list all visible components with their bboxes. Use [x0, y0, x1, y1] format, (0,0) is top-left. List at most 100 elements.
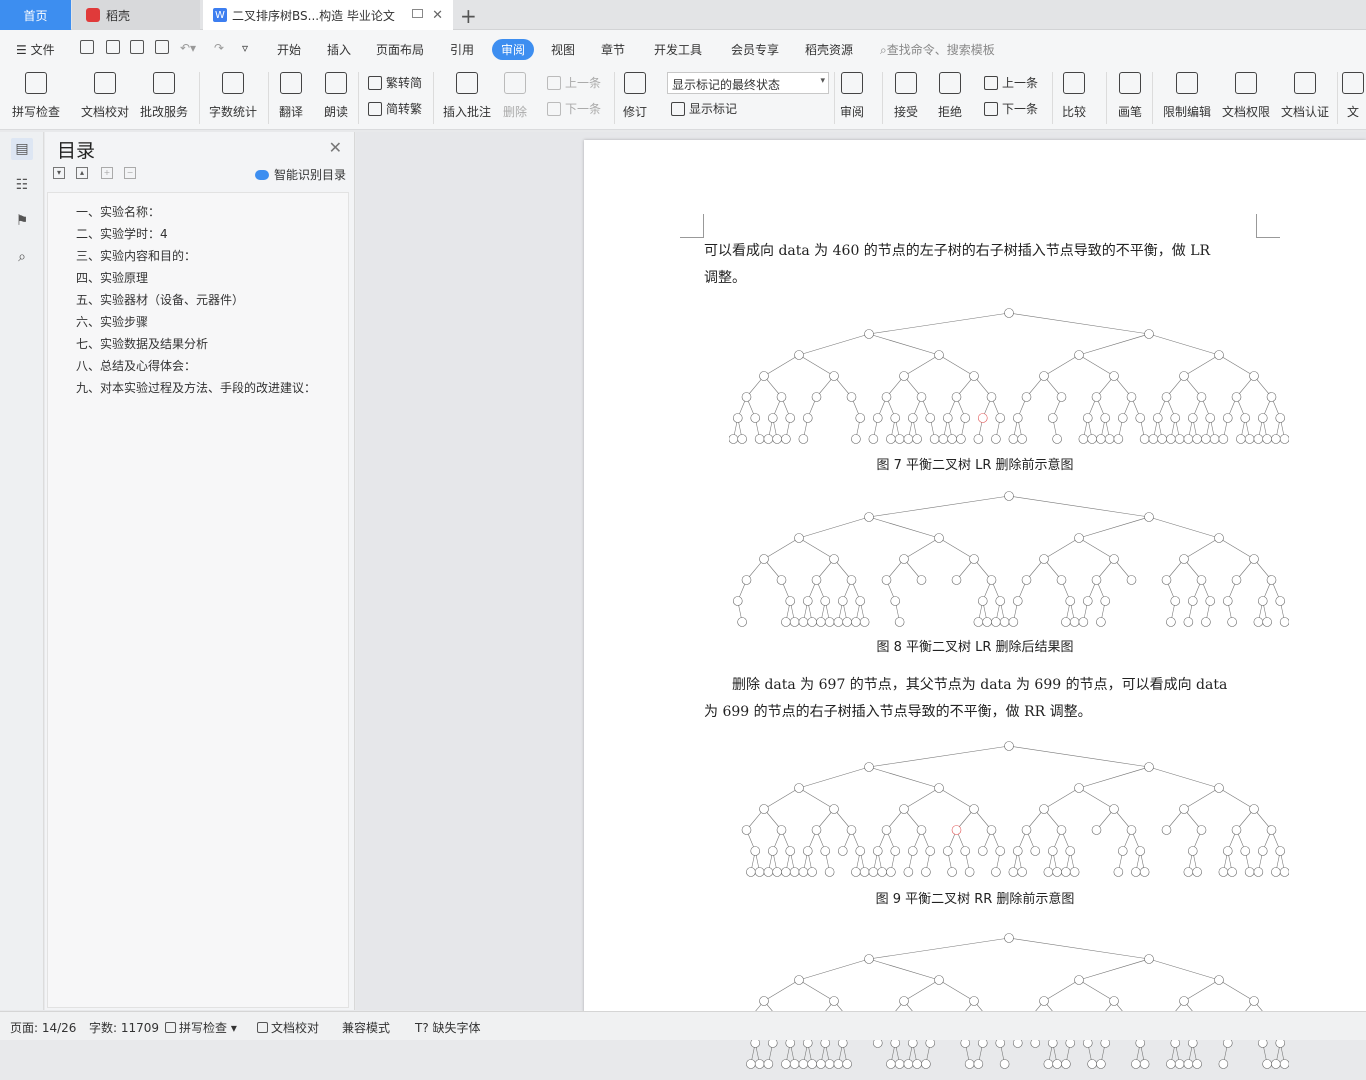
tree-node: [1170, 413, 1181, 423]
expand-all-icon[interactable]: ▾: [53, 167, 65, 179]
search-icon[interactable]: ⌕: [11, 246, 33, 268]
tree-node: [1113, 434, 1124, 444]
command-search[interactable]: ⌕查找命令、搜索模板: [880, 41, 995, 58]
promote-icon[interactable]: +: [101, 167, 113, 179]
tree-node: [921, 867, 931, 877]
close-icon[interactable]: ✕: [432, 8, 443, 23]
tree-node: [807, 1059, 817, 1069]
status-doc-proof[interactable]: 文档校对: [257, 1019, 319, 1036]
menu-references[interactable]: 引用: [450, 41, 474, 58]
tab-home[interactable]: 首页: [0, 0, 71, 30]
next-comment-button[interactable]: 下一条: [547, 100, 601, 117]
tree-node: [837, 596, 848, 606]
outline-item[interactable]: 五、实验器材（设备、元器件）: [76, 291, 244, 308]
tree-node: [737, 617, 747, 627]
menu-insert[interactable]: 插入: [327, 41, 351, 58]
revise-service-icon: [153, 72, 175, 94]
missing-font[interactable]: T? 缺失字体: [415, 1019, 481, 1036]
compare-button[interactable]: 比较: [1062, 72, 1086, 120]
menu-member[interactable]: 会员专享: [731, 41, 779, 58]
tab-document[interactable]: W 二叉排序树BS...构造 毕业论文 ✕: [203, 0, 453, 30]
export-pdf-icon[interactable]: [106, 40, 120, 54]
next-change-button[interactable]: 下一条: [984, 100, 1038, 117]
to-traditional-button[interactable]: 繁转简: [368, 74, 422, 91]
tree-node: [1231, 392, 1242, 402]
menu-review[interactable]: 审阅: [492, 39, 535, 60]
tree-node: [1113, 867, 1124, 877]
outline-item[interactable]: 四、实验原理: [76, 269, 148, 286]
word-count[interactable]: 字数: 11709: [89, 1019, 159, 1036]
pen-label: 画笔: [1118, 105, 1143, 119]
markup-state-select[interactable]: 显示标记的最终状态: [667, 72, 829, 94]
outline-item[interactable]: 九、对本实验过程及方法、手段的改进建议：: [76, 379, 316, 396]
to-simplified-button[interactable]: 简转繁: [368, 100, 422, 117]
undo-icon[interactable]: ↶▾: [180, 41, 196, 55]
page-indicator[interactable]: 页面: 14/26: [10, 1019, 76, 1036]
tree-edge: [1078, 516, 1150, 539]
print-icon[interactable]: [130, 40, 144, 54]
certificate-icon: [1294, 72, 1316, 94]
doc-cert-button[interactable]: 文档认证: [1281, 72, 1329, 120]
quick-access-more-icon[interactable]: ▿: [242, 41, 248, 55]
tree-node: [855, 596, 866, 606]
tree-node: [842, 1059, 852, 1069]
tree-node: [811, 575, 822, 585]
menu-start[interactable]: 开始: [277, 41, 301, 58]
tree-node: [851, 617, 861, 627]
insert-comment-button[interactable]: 插入批注: [443, 72, 491, 120]
print-preview-icon[interactable]: [155, 40, 169, 54]
spell-check-button[interactable]: 拼写检查: [12, 72, 60, 120]
outline-icon[interactable]: ▤: [11, 138, 33, 160]
bookmark-icon[interactable]: ⚑: [11, 210, 33, 232]
accept-button[interactable]: 接受: [894, 72, 918, 120]
tree-node: [1117, 846, 1128, 856]
revise-service-button[interactable]: 批改服务: [140, 72, 188, 120]
new-tab-icon[interactable]: +: [460, 4, 477, 28]
reject-button[interactable]: 拒绝: [938, 72, 962, 120]
demote-icon[interactable]: −: [124, 167, 136, 179]
close-icon[interactable]: ✕: [329, 138, 342, 157]
tree-node: [1139, 434, 1150, 444]
pen-button[interactable]: 画笔: [1118, 72, 1142, 120]
tree-node: [925, 413, 936, 423]
menu-docer-resources[interactable]: 稻壳资源: [805, 41, 853, 58]
tree-node: [899, 996, 909, 1006]
tab-docer[interactable]: 稻壳: [72, 0, 200, 30]
tree-node: [1144, 954, 1154, 964]
prev-comment-button[interactable]: 上一条: [547, 74, 601, 91]
outline-item[interactable]: 一、实验名称：: [76, 203, 160, 220]
menu-chapter[interactable]: 章节: [601, 41, 625, 58]
chapter-nav-icon[interactable]: ☷: [11, 174, 33, 196]
delete-comment-button[interactable]: 删除: [503, 72, 527, 120]
menu-view[interactable]: 视图: [551, 41, 575, 58]
show-markup-button[interactable]: 显示标记: [671, 100, 737, 117]
word-count-button[interactable]: 字数统计: [209, 72, 257, 120]
smart-toc-button[interactable]: 智能识别目录: [254, 166, 346, 183]
menu-file[interactable]: ☰ 文件: [16, 41, 55, 58]
save-icon[interactable]: [80, 40, 94, 54]
outline-item[interactable]: 二、实验学时：4: [76, 225, 168, 242]
menu-page-layout[interactable]: 页面布局: [376, 41, 424, 58]
collapse-all-icon[interactable]: ▴: [76, 167, 88, 179]
restrict-edit-button[interactable]: 限制编辑: [1163, 72, 1211, 120]
status-spell-check[interactable]: 拼写检查 ▾: [165, 1019, 237, 1036]
more-button[interactable]: 文: [1342, 72, 1364, 120]
doc-proof-button[interactable]: 文档校对: [81, 72, 129, 120]
review-pane-button[interactable]: 审阅: [840, 72, 864, 120]
outline-item[interactable]: 三、实验内容和目的：: [76, 247, 196, 264]
redo-icon[interactable]: ↷: [214, 41, 224, 55]
outline-item[interactable]: 八、总结及心得体会：: [76, 357, 196, 374]
translate-button[interactable]: 翻译: [279, 72, 303, 120]
tree-node: [1091, 825, 1102, 835]
read-aloud-button[interactable]: 朗读: [324, 72, 348, 120]
document-area[interactable]: 可以看成向 data 为 460 的节点的左子树的右子树插入节点导致的不平衡，做…: [356, 132, 1366, 1069]
document-page[interactable]: 可以看成向 data 为 460 的节点的左子树的右子树插入节点导致的不平衡，做…: [584, 140, 1366, 1069]
outline-item[interactable]: 六、实验步骤: [76, 313, 148, 330]
track-changes-button[interactable]: 修订: [623, 72, 647, 120]
tree-node: [1091, 575, 1102, 585]
menu-developer[interactable]: 开发工具: [654, 41, 702, 58]
prev-change-button[interactable]: 上一条: [984, 74, 1038, 91]
doc-permission-button[interactable]: 文档权限: [1222, 72, 1270, 120]
window-icon[interactable]: [412, 9, 423, 18]
outline-item[interactable]: 七、实验数据及结果分析: [76, 335, 208, 352]
